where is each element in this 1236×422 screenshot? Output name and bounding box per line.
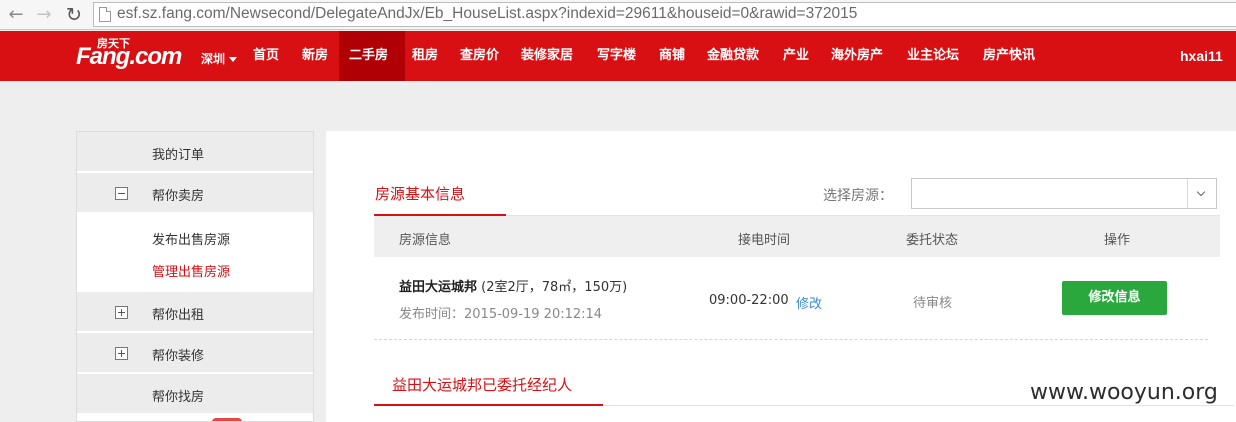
sidebar-subitem-publish-sale[interactable]: 发布出售房源 (152, 229, 230, 248)
listing-name: 益田大运城邦 (399, 280, 478, 295)
city-selector[interactable]: 深圳 (201, 50, 238, 67)
nav-item-price-check[interactable]: 查房价 (460, 31, 499, 81)
nav-item-new-homes[interactable]: 新房 (302, 31, 328, 81)
city-label: 深圳 (201, 52, 226, 66)
site-logo[interactable]: 房天下 Fang.com (76, 35, 196, 77)
call-time: 09:00-22:00 (709, 293, 789, 308)
nav-item-second-hand[interactable]: 二手房 (339, 31, 405, 81)
sidebar-item-rent[interactable]: 帮你出租 (77, 292, 313, 332)
nav-item-finance[interactable]: 金融贷款 (707, 31, 759, 81)
nav-item-home-decor[interactable]: 装修家居 (521, 31, 573, 81)
listing-detail: (2室2厅，78㎡，150万) (481, 280, 628, 295)
nav-item-rent[interactable]: 租房 (412, 31, 438, 81)
table-header: 房源信息 接电时间 委托状态 操作 (374, 216, 1220, 257)
tab-listing-info[interactable]: 房源基本信息 (375, 183, 465, 204)
listing-publish-date: 发布时间：2015-09-19 20:12:14 (399, 307, 603, 322)
sidebar-item-decorate[interactable]: 帮你装修 (77, 333, 313, 373)
sidebar-item-label: 帮你出租 (152, 308, 205, 323)
nav-item-forum[interactable]: 业主论坛 (907, 31, 959, 81)
address-bar[interactable]: esf.sz.fang.com/Newsecond/DelegateAndJx/… (93, 2, 1236, 27)
nav-item-shops[interactable]: 商铺 (659, 31, 685, 81)
column-header-listing: 房源信息 (399, 233, 452, 248)
section-active-indicator (374, 404, 603, 406)
nav-item-office[interactable]: 写字楼 (597, 31, 636, 81)
listing-select[interactable] (911, 178, 1217, 209)
status-badge: 待审核 (913, 296, 953, 311)
listing-select-label: 选择房源： (823, 188, 893, 204)
sidebar-item-label: 我的订单 (152, 148, 205, 163)
sidebar-item-label: 帮你卖房 (152, 189, 205, 204)
watermark: www.wooyun.org (1030, 380, 1218, 405)
sidebar-item-label: 帮你装修 (152, 349, 205, 364)
browser-toolbar: ← → ↻ esf.sz.fang.com/Newsecond/Delegate… (0, 0, 1236, 30)
row-divider (374, 339, 1208, 340)
collapse-icon[interactable] (115, 187, 128, 200)
sidebar-item-my-orders[interactable]: 我的订单 (77, 132, 313, 172)
agent-section-title[interactable]: 益田大运城邦已委托经纪人 (392, 374, 572, 395)
nav-item-overseas[interactable]: 海外房产 (831, 31, 883, 81)
user-name[interactable]: hxai11 (1180, 31, 1223, 81)
arrow-left-icon[interactable]: ← (4, 3, 28, 27)
sidebar: 我的订单 帮你卖房 发布出售房源 管理出售房源 帮你出租 帮你装修 帮你找房 (76, 131, 314, 422)
nav-item-industry[interactable]: 产业 (783, 31, 809, 81)
expand-icon[interactable] (115, 347, 128, 360)
page-icon (99, 7, 111, 22)
nav-item-news[interactable]: 房产快讯 (983, 31, 1035, 81)
nav-item-home[interactable]: 首页 (253, 31, 279, 81)
edit-info-button[interactable]: 修改信息 (1062, 281, 1167, 315)
chevron-down-icon[interactable] (1187, 179, 1216, 208)
logo-wordmark: Fang.com (76, 43, 182, 70)
url-text[interactable]: esf.sz.fang.com/Newsecond/DelegateAndJx/… (117, 5, 857, 23)
arrow-right-icon[interactable]: → (32, 3, 56, 27)
caret-down-icon (229, 57, 238, 62)
column-header-status: 委托状态 (906, 233, 959, 248)
new-badge (212, 418, 242, 421)
reload-icon[interactable]: ↻ (62, 3, 86, 27)
sidebar-item-sell[interactable]: 帮你卖房 (77, 173, 313, 213)
site-header: 房天下 Fang.com 深圳 首页 新房 二手房 租房 查房价 装修家居 写字… (0, 31, 1236, 81)
column-header-action: 操作 (1104, 233, 1131, 248)
sidebar-item-find-home[interactable]: 帮你找房 (77, 374, 313, 414)
sidebar-item-label: 帮你找房 (152, 390, 205, 405)
main-panel: 房源基本信息 选择房源： 房源信息 接电时间 委托状态 操作 益田大运城邦 (2… (326, 131, 1236, 422)
expand-icon[interactable] (115, 306, 128, 319)
listing-title: 益田大运城邦 (2室2厅，78㎡，150万) (399, 276, 627, 295)
column-header-call-time: 接电时间 (738, 233, 791, 248)
edit-time-link[interactable]: 修改 (796, 293, 822, 312)
sidebar-subitem-manage-sale[interactable]: 管理出售房源 (152, 261, 230, 280)
